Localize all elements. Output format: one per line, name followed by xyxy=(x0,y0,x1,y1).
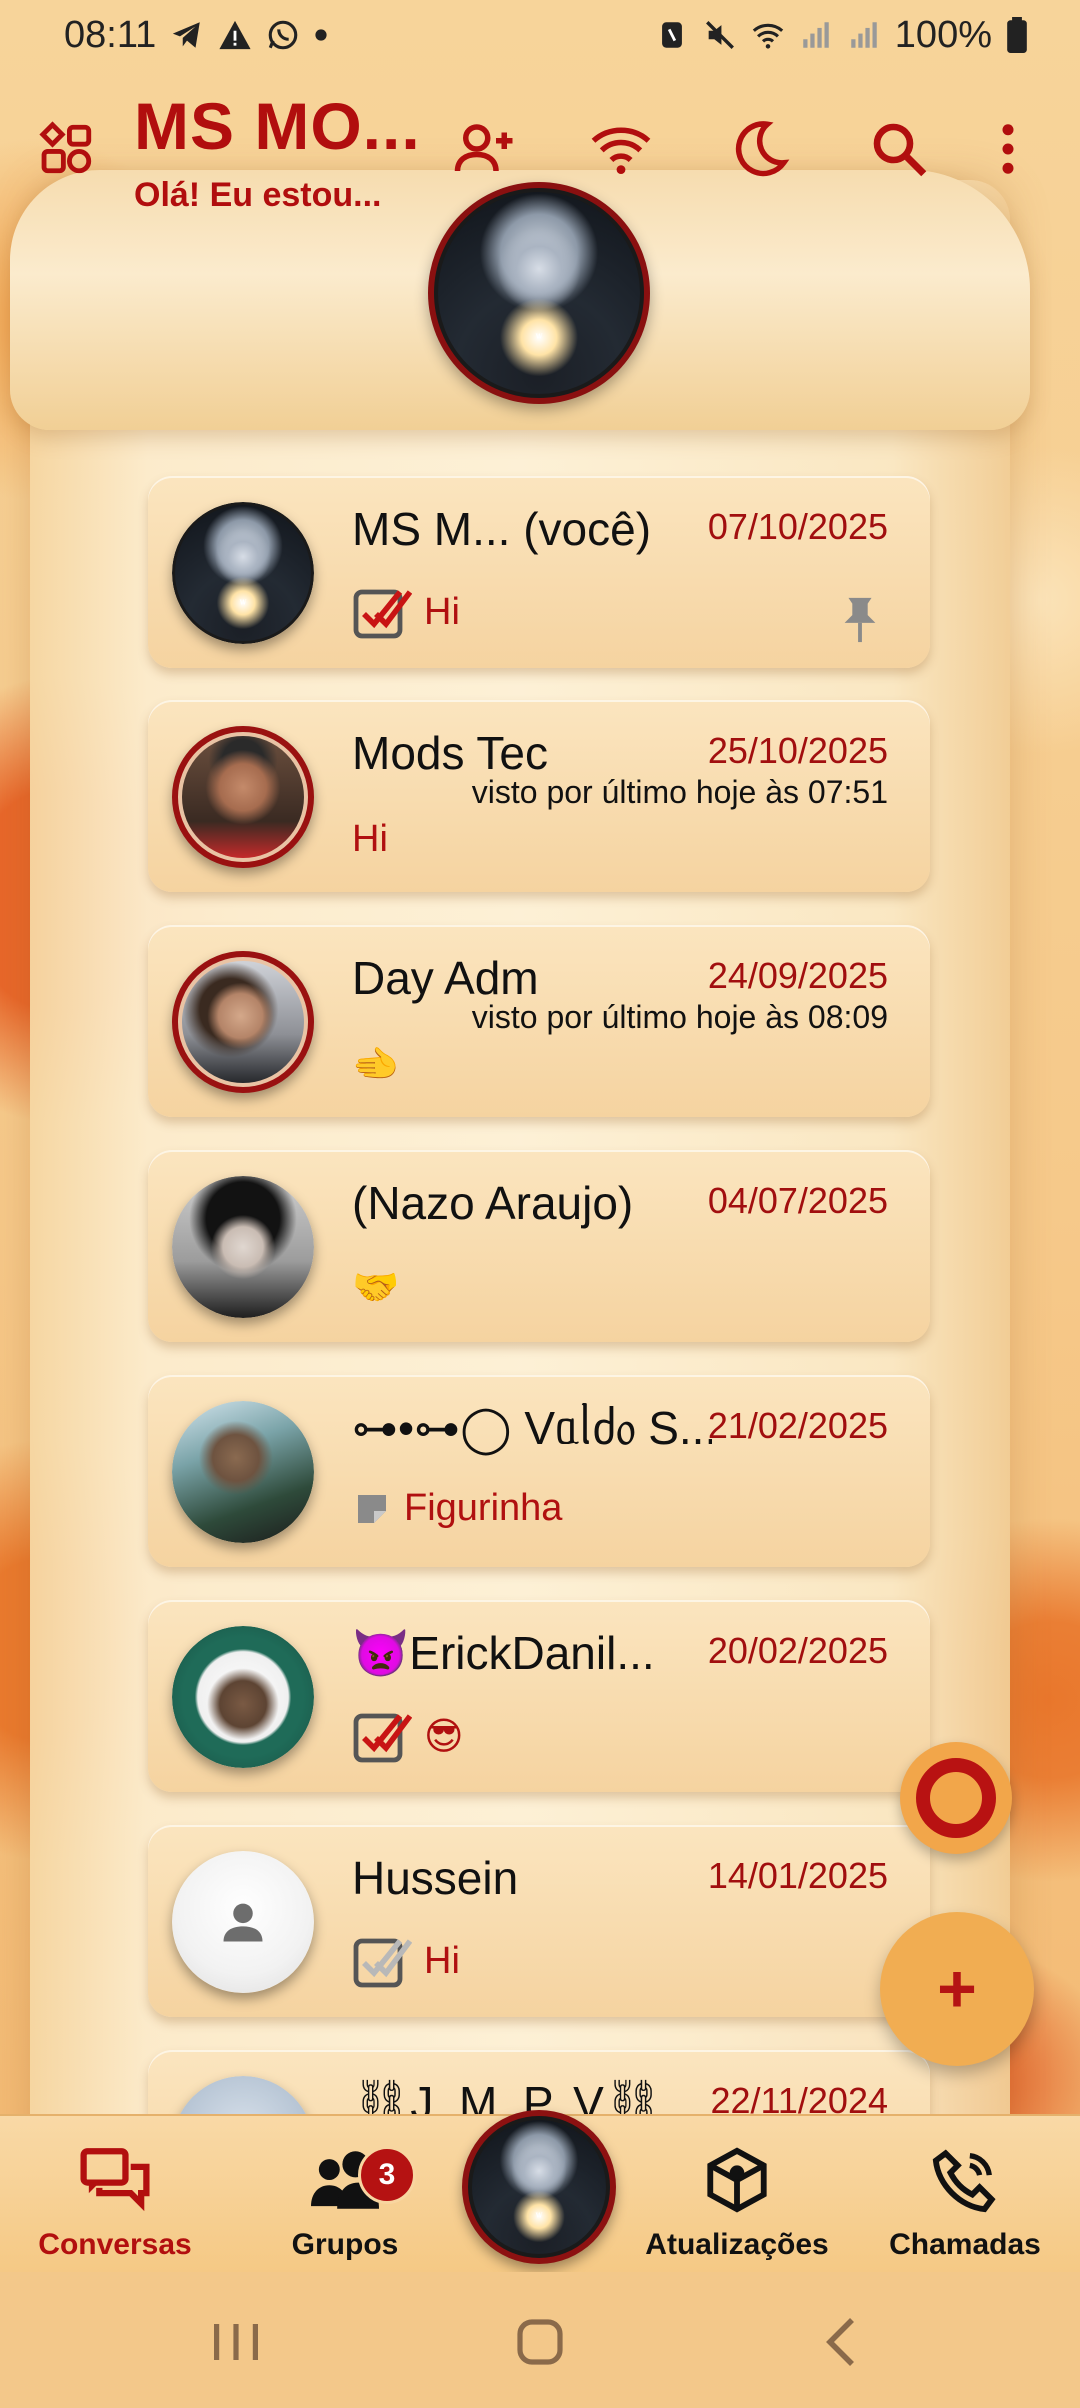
chat-preview: Hi xyxy=(352,1933,460,1989)
avatar[interactable] xyxy=(172,951,314,1093)
app-title[interactable]: MS MO... xyxy=(134,88,421,164)
chat-name: Day Adm xyxy=(352,952,539,1004)
last-seen-status: visto por último hoje às 07:51 xyxy=(471,774,888,810)
clock: 08:11 xyxy=(64,13,157,56)
double-check-red-icon xyxy=(353,589,412,639)
avatar[interactable] xyxy=(172,1401,314,1543)
chat-preview: 🤝 xyxy=(352,1266,399,1310)
chat-item[interactable]: Hussein 14/01/2025 Hi xyxy=(148,1825,930,2017)
avatar[interactable] xyxy=(172,1626,314,1768)
chat-preview: Figurinha xyxy=(352,1487,562,1530)
updates-icon xyxy=(707,2147,767,2213)
default-user-icon xyxy=(223,1903,263,1942)
chat-date: 25/10/2025 xyxy=(707,730,888,771)
chat-name: Hussein xyxy=(352,1852,519,1904)
chat-preview: 🫲 xyxy=(352,1043,399,1087)
chat-preview: 😎 xyxy=(352,1708,464,1764)
more-options-icon[interactable] xyxy=(984,116,1032,182)
chat-date: 04/07/2025 xyxy=(707,1180,888,1221)
tab-chamadas[interactable]: Chamadas xyxy=(870,2116,1060,2274)
tab-label: Conversas xyxy=(38,2228,192,2261)
chat-item[interactable]: Day Adm 24/09/2025 visto por último hoje… xyxy=(148,925,930,1117)
system-navigation-bar xyxy=(0,2272,1080,2408)
chats-icon xyxy=(80,2148,150,2212)
avatar[interactable] xyxy=(172,1176,314,1318)
chat-message: 🤝 xyxy=(352,1267,400,1309)
wifi-signal-icon[interactable] xyxy=(588,116,654,182)
add-contact-icon[interactable] xyxy=(452,116,518,182)
chat-item[interactable]: ⊶•⊶◯ Vᥲᥣძ᥆ S... 21/02/2025 Figurinha xyxy=(148,1375,930,1567)
nfc-icon xyxy=(661,22,682,48)
chat-name: ⊶•⊶◯ Vᥲᥣძ᥆ S... xyxy=(352,1402,712,1454)
profile-avatar-nav[interactable] xyxy=(462,2110,616,2264)
recents-icon[interactable] xyxy=(206,2312,266,2372)
new-chat-button[interactable]: + xyxy=(880,1912,1034,2066)
calls-icon xyxy=(932,2149,996,2213)
mute-icon xyxy=(705,21,734,49)
chat-name: (Nazo Araujo) xyxy=(352,1177,634,1229)
chat-item[interactable]: 👿ErickDanil... 20/02/2025 😎 xyxy=(148,1600,930,1792)
signal-icon xyxy=(803,22,829,48)
avatar xyxy=(468,2116,610,2258)
chat-item-self[interactable]: MS M... (você) 07/10/2025 Hi xyxy=(148,476,930,668)
chat-item[interactable]: Mods Tec 25/10/2025 visto por último hoj… xyxy=(148,700,930,892)
profile-avatar-large[interactable] xyxy=(428,182,650,404)
chat-message: Hi xyxy=(424,590,460,633)
chat-message: Figurinha xyxy=(404,1487,563,1529)
chat-name: MS M... (você) xyxy=(352,503,652,555)
apps-icon[interactable] xyxy=(38,120,96,178)
telegram-icon xyxy=(173,22,201,48)
tab-label: Atualizações xyxy=(645,2228,829,2261)
double-check-grey-icon xyxy=(353,1938,412,1988)
chat-name: Mods Tec xyxy=(352,727,549,779)
notification-dot-icon xyxy=(315,29,327,41)
profile-avatar-image xyxy=(434,188,644,398)
last-seen-status: visto por último hoje às 08:09 xyxy=(471,999,888,1035)
status-bar: 08:11 100% xyxy=(0,0,1080,70)
avatar[interactable] xyxy=(172,726,314,868)
chat-message: Hi xyxy=(424,1939,460,1982)
chat-item[interactable]: (Nazo Araujo) 04/07/2025 🤝 xyxy=(148,1150,930,1342)
tab-label: Chamadas xyxy=(889,2228,1041,2261)
groups-count-badge: 3 xyxy=(358,2146,416,2204)
tab-grupos[interactable]: Grupos xyxy=(245,2116,445,2274)
battery-icon xyxy=(1007,17,1027,53)
double-check-red-icon xyxy=(353,1713,412,1763)
signal-2-icon xyxy=(851,22,877,48)
status-ring-button[interactable] xyxy=(900,1742,1012,1854)
chat-message: 😎 xyxy=(424,1715,464,1758)
tab-conversas[interactable]: Conversas xyxy=(10,2116,220,2274)
avatar[interactable] xyxy=(172,1851,314,1993)
chat-message: 🫲 xyxy=(352,1044,400,1086)
chat-date: 21/02/2025 xyxy=(707,1405,888,1446)
chat-name: 👿ErickDanil... xyxy=(352,1627,655,1679)
chat-preview: Hi xyxy=(352,584,460,640)
whatsapp-icon xyxy=(268,20,298,50)
wifi-icon xyxy=(752,23,784,49)
tab-label: Grupos xyxy=(291,2228,399,2261)
chat-preview: Hi xyxy=(352,818,388,861)
sticker-icon xyxy=(358,1494,386,1523)
chat-date: 24/09/2025 xyxy=(707,955,888,996)
battery-percent: 100% xyxy=(894,13,992,56)
warning-icon xyxy=(219,20,251,50)
tab-atualizacoes[interactable]: Atualizações xyxy=(632,2116,842,2274)
pin-icon xyxy=(844,597,876,643)
home-icon[interactable] xyxy=(510,2312,570,2372)
search-icon[interactable] xyxy=(866,116,932,182)
back-icon[interactable] xyxy=(812,2312,872,2372)
chat-message: Hi xyxy=(352,818,388,860)
avatar[interactable] xyxy=(172,502,314,644)
chat-date: 14/01/2025 xyxy=(707,1855,888,1896)
app-subtitle[interactable]: Olá! Eu estou... xyxy=(134,176,381,215)
dark-mode-icon[interactable] xyxy=(726,116,792,182)
chat-date: 07/10/2025 xyxy=(707,506,888,547)
chat-date: 20/02/2025 xyxy=(707,1630,888,1671)
